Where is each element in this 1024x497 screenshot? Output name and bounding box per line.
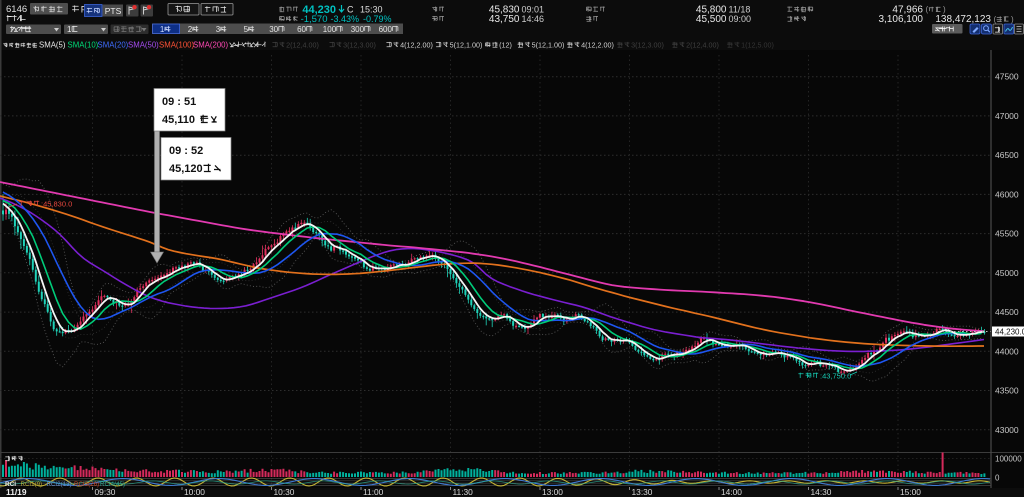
svg-text:100000: 100000 bbox=[995, 455, 1022, 464]
svg-text:10:00: 10:00 bbox=[184, 487, 205, 497]
svg-text:45000: 45000 bbox=[995, 268, 1019, 278]
svg-text:SMA(50): SMA(50) bbox=[128, 41, 159, 50]
svg-text:-1,570: -1,570 bbox=[301, 14, 328, 25]
svg-text:14:30: 14:30 bbox=[811, 487, 832, 497]
svg-text:-3.43%: -3.43% bbox=[331, 14, 360, 24]
svg-text:2(12,4.00): 2(12,4.00) bbox=[286, 41, 319, 50]
svg-text:10:30: 10:30 bbox=[274, 487, 295, 497]
svg-text:44500: 44500 bbox=[995, 307, 1019, 317]
svg-text:46000: 46000 bbox=[995, 189, 1019, 199]
svg-text:5: 5 bbox=[244, 25, 249, 34]
svg-text:SMA(20): SMA(20) bbox=[98, 41, 129, 50]
svg-text:30: 30 bbox=[269, 25, 278, 34]
svg-text:3(12,3.00): 3(12,3.00) bbox=[343, 41, 376, 50]
svg-text:600: 600 bbox=[379, 25, 393, 34]
svg-text:SMA(5): SMA(5) bbox=[39, 41, 66, 50]
svg-text:44000: 44000 bbox=[995, 346, 1019, 356]
svg-text:47500: 47500 bbox=[995, 72, 1019, 82]
svg-text:09:00: 09:00 bbox=[729, 14, 752, 24]
svg-text:RCI2(13): RCI2(13) bbox=[47, 481, 72, 488]
svg-text:100: 100 bbox=[323, 25, 337, 34]
svg-text:43500: 43500 bbox=[995, 386, 1019, 396]
svg-text:09 : 52: 09 : 52 bbox=[169, 145, 203, 157]
svg-text:43000: 43000 bbox=[995, 425, 1019, 435]
svg-text:14:00: 14:00 bbox=[721, 487, 742, 497]
svg-text:PTS: PTS bbox=[105, 6, 122, 16]
svg-text:300: 300 bbox=[351, 25, 365, 34]
svg-text:13:30: 13:30 bbox=[632, 487, 653, 497]
svg-text:09:01: 09:01 bbox=[522, 5, 545, 15]
svg-text:45,500: 45,500 bbox=[696, 14, 727, 25]
svg-text:(12): (12) bbox=[499, 41, 512, 50]
svg-text:SMA(100): SMA(100) bbox=[159, 41, 195, 50]
svg-text:43,750: 43,750 bbox=[489, 14, 520, 25]
svg-text:(: ( bbox=[994, 15, 997, 24]
svg-text::45,830.0: :45,830.0 bbox=[41, 200, 72, 209]
svg-text:60: 60 bbox=[297, 25, 306, 34]
svg-text:2(12,4.00): 2(12,4.00) bbox=[686, 41, 719, 50]
svg-text:3,106,100: 3,106,100 bbox=[879, 14, 924, 25]
svg-text:1: 1 bbox=[160, 25, 165, 34]
svg-text:11:00: 11:00 bbox=[363, 487, 384, 497]
svg-text:-0.79%: -0.79% bbox=[363, 14, 392, 24]
svg-text:4(12,2.00): 4(12,2.00) bbox=[581, 41, 614, 50]
svg-text:09 : 51: 09 : 51 bbox=[162, 96, 196, 108]
svg-text:3: 3 bbox=[216, 25, 221, 34]
svg-text:SMA(200): SMA(200) bbox=[193, 41, 229, 50]
svg-text:13:00: 13:00 bbox=[542, 487, 563, 497]
svg-text:45,110: 45,110 bbox=[162, 114, 195, 126]
svg-text:SMA(10): SMA(10) bbox=[68, 41, 99, 50]
svg-text:45500: 45500 bbox=[995, 229, 1019, 239]
svg-text:09:30: 09:30 bbox=[95, 487, 116, 497]
svg-text:2: 2 bbox=[188, 25, 193, 34]
svg-text:0: 0 bbox=[995, 474, 1000, 483]
svg-text:6146: 6146 bbox=[6, 4, 27, 15]
svg-text:5(12,1.00): 5(12,1.00) bbox=[450, 41, 483, 50]
svg-text:44,230.0: 44,230.0 bbox=[995, 328, 1024, 337]
svg-text:45,120: 45,120 bbox=[169, 163, 203, 175]
svg-text::43,750.0: :43,750.0 bbox=[820, 372, 851, 381]
svg-text:11/18: 11/18 bbox=[729, 5, 751, 15]
svg-text:5(12,1.00): 5(12,1.00) bbox=[532, 41, 565, 50]
svg-text:47000: 47000 bbox=[995, 111, 1019, 121]
svg-text:(: ( bbox=[926, 5, 929, 14]
svg-text:15:00: 15:00 bbox=[900, 487, 921, 497]
svg-text:11/19: 11/19 bbox=[6, 487, 27, 497]
svg-text:): ) bbox=[1011, 15, 1014, 24]
svg-text:4(12,2.00): 4(12,2.00) bbox=[400, 41, 433, 50]
svg-text:138,472,123: 138,472,123 bbox=[935, 14, 991, 25]
svg-text:14:46: 14:46 bbox=[522, 14, 545, 24]
svg-text:): ) bbox=[943, 5, 946, 14]
svg-text:15:30: 15:30 bbox=[360, 5, 383, 15]
svg-text:3(12,3.00): 3(12,3.00) bbox=[631, 41, 664, 50]
svg-text:11:30: 11:30 bbox=[453, 487, 474, 497]
svg-text:1: 1 bbox=[67, 25, 72, 34]
svg-text:46500: 46500 bbox=[995, 150, 1019, 160]
svg-text:1(12,5.00): 1(12,5.00) bbox=[741, 41, 774, 50]
svg-text:C: C bbox=[347, 5, 354, 15]
